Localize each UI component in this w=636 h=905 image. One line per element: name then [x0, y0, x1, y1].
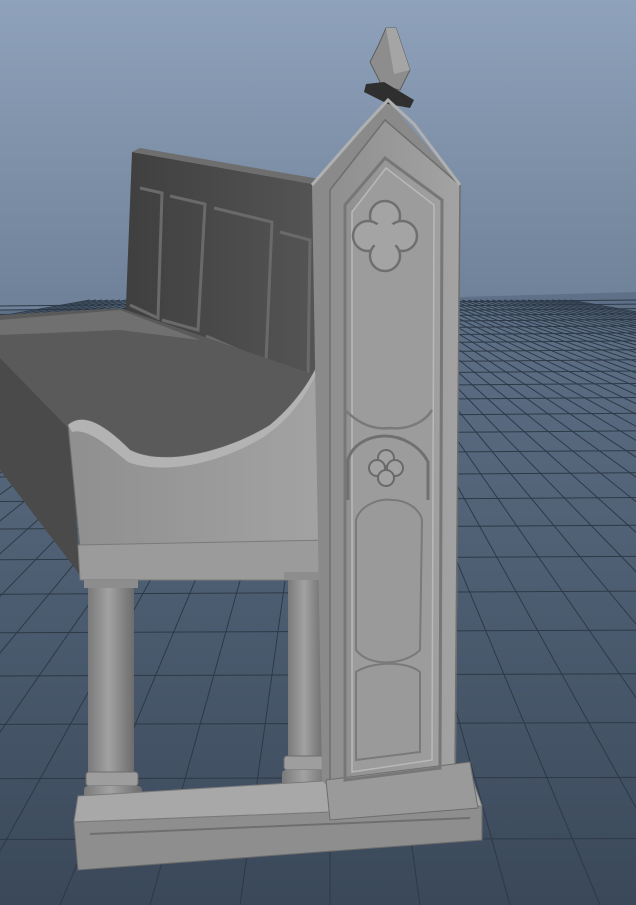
- pew-end-bottom-panel: [355, 662, 421, 762]
- viewport-scene: [0, 0, 636, 905]
- 3d-viewport[interactable]: [0, 0, 636, 905]
- pew-column-left-ring: [85, 771, 139, 787]
- pew-end-lower-panel: [355, 498, 424, 664]
- pew-column-left-cap: [84, 580, 138, 588]
- pew-column-right-ring: [283, 755, 329, 771]
- pew-column-left: [88, 580, 134, 780]
- pew-column-right: [288, 572, 324, 762]
